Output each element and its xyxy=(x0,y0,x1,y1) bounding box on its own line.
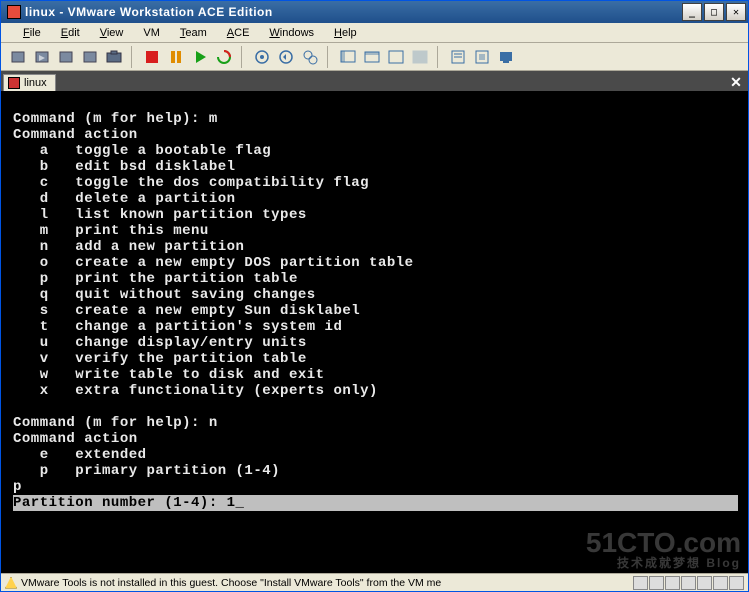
usb-icon[interactable] xyxy=(697,576,712,590)
close-button[interactable]: ✕ xyxy=(726,3,746,21)
menu-windows[interactable]: Windows xyxy=(259,24,324,42)
snapshot-manage-icon[interactable] xyxy=(299,46,321,68)
app-icon xyxy=(7,5,21,19)
snapshot-take-icon[interactable] xyxy=(251,46,273,68)
toolbar-separator xyxy=(131,46,135,68)
tab-label: linux xyxy=(24,77,47,89)
console-view-icon[interactable] xyxy=(495,46,517,68)
maximize-button[interactable]: □ xyxy=(704,3,724,21)
network-icon[interactable] xyxy=(681,576,696,590)
tabbar: linux ✕ xyxy=(1,71,748,91)
window-title: linux - VMware Workstation ACE Edition xyxy=(25,5,682,19)
menu-help[interactable]: Help xyxy=(324,24,367,42)
reset-icon[interactable] xyxy=(79,46,101,68)
menu-file[interactable]: File xyxy=(13,24,51,42)
vmware-window: linux - VMware Workstation ACE Edition _… xyxy=(0,0,749,592)
toolbar-separator xyxy=(241,46,245,68)
cycle-icon[interactable] xyxy=(213,46,235,68)
snapshot-revert-icon[interactable] xyxy=(275,46,297,68)
current-prompt-line: Partition number (1-4): 1 xyxy=(13,495,738,511)
menubar: File Edit View VM Team ACE Windows Help xyxy=(1,23,748,43)
summary-icon[interactable] xyxy=(447,46,469,68)
statusbar: VMware Tools is not installed in this gu… xyxy=(1,573,748,591)
fullscreen-icon[interactable] xyxy=(385,46,407,68)
stop-icon[interactable] xyxy=(141,46,163,68)
status-message: VMware Tools is not installed in this gu… xyxy=(21,577,629,589)
guest-terminal[interactable]: Command (m for help): m Command action a… xyxy=(1,91,748,573)
device-tray xyxy=(633,576,744,590)
menu-edit[interactable]: Edit xyxy=(51,24,90,42)
snapshot-icon[interactable] xyxy=(103,46,125,68)
play-icon[interactable] xyxy=(189,46,211,68)
poweroff-icon[interactable] xyxy=(7,46,29,68)
hdd-icon[interactable] xyxy=(633,576,648,590)
sound-icon[interactable] xyxy=(713,576,728,590)
appliance-icon[interactable] xyxy=(471,46,493,68)
menu-view[interactable]: View xyxy=(90,24,134,42)
unity-icon[interactable] xyxy=(409,46,431,68)
poweron-icon[interactable] xyxy=(55,46,77,68)
menu-team[interactable]: Team xyxy=(170,24,217,42)
floppy-icon[interactable] xyxy=(665,576,680,590)
menu-vm[interactable]: VM xyxy=(133,24,170,42)
tab-linux[interactable]: linux xyxy=(3,74,56,91)
cdrom-icon[interactable] xyxy=(649,576,664,590)
quick-switch-icon[interactable] xyxy=(361,46,383,68)
warning-icon xyxy=(5,577,17,589)
toolbar-separator xyxy=(437,46,441,68)
suspend-icon[interactable] xyxy=(31,46,53,68)
pause-icon[interactable] xyxy=(165,46,187,68)
titlebar[interactable]: linux - VMware Workstation ACE Edition _… xyxy=(1,1,748,23)
toolbar-separator xyxy=(327,46,331,68)
display-icon[interactable] xyxy=(729,576,744,590)
toolbar xyxy=(1,43,748,71)
show-console-icon[interactable] xyxy=(337,46,359,68)
minimize-button[interactable]: _ xyxy=(682,3,702,21)
menu-ace[interactable]: ACE xyxy=(217,24,260,42)
vm-icon xyxy=(8,77,20,89)
tab-close-button[interactable]: ✕ xyxy=(724,73,748,91)
